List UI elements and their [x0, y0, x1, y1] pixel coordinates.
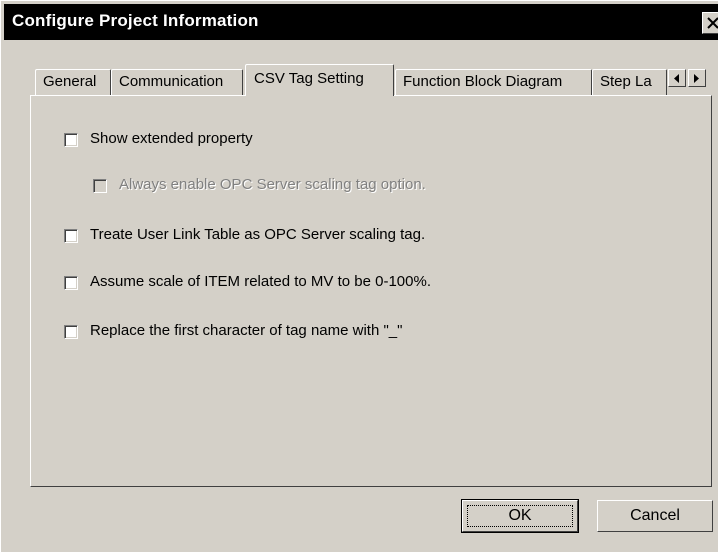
close-button[interactable] — [702, 12, 718, 34]
tab-label: General — [43, 73, 97, 90]
cancel-button[interactable]: Cancel — [597, 500, 713, 532]
scroll-left-icon — [674, 74, 679, 83]
ok-button[interactable]: OK — [461, 499, 579, 533]
tab-step-ladder[interactable]: Step La — [592, 69, 667, 95]
dialog-window: Configure Project Information General Co… — [0, 0, 718, 552]
tab-function-block-diagram[interactable]: Function Block Diagram — [395, 69, 592, 95]
tab-label: Function Block Diagram — [403, 73, 563, 90]
option-label: Show extended property — [90, 130, 253, 147]
tab-label: Step La — [600, 73, 652, 90]
cancel-button-label: Cancel — [630, 507, 680, 524]
checkbox[interactable] — [64, 325, 78, 339]
option-label: Replace the first character of tag name … — [90, 322, 403, 339]
tab-label: CSV Tag Setting — [254, 70, 364, 87]
checkbox[interactable] — [64, 276, 78, 290]
tab-communication[interactable]: Communication — [111, 69, 243, 95]
option-label: Always enable OPC Server scaling tag opt… — [119, 176, 426, 193]
tab-scroll-left-button[interactable] — [668, 69, 686, 87]
option-label: Treate User Link Table as OPC Server sca… — [90, 226, 426, 243]
option-label: Assume scale of ITEM related to MV to be… — [90, 273, 431, 290]
tab-label: Communication — [119, 73, 224, 90]
checkbox[interactable] — [64, 133, 78, 147]
csv-tag-setting-panel: Show extended property Always enable OPC… — [30, 95, 712, 487]
title-bar[interactable]: Configure Project Information — [4, 4, 718, 40]
window-title: Configure Project Information — [12, 11, 259, 30]
tab-scroll-right-button[interactable] — [688, 69, 706, 87]
checkbox[interactable] — [64, 229, 78, 243]
checkbox — [93, 179, 107, 193]
focus-rect — [467, 505, 573, 527]
scroll-right-icon — [694, 74, 699, 83]
close-icon — [707, 17, 718, 29]
tab-general[interactable]: General — [35, 69, 111, 95]
tab-csv-tag-setting[interactable]: CSV Tag Setting — [245, 64, 394, 96]
